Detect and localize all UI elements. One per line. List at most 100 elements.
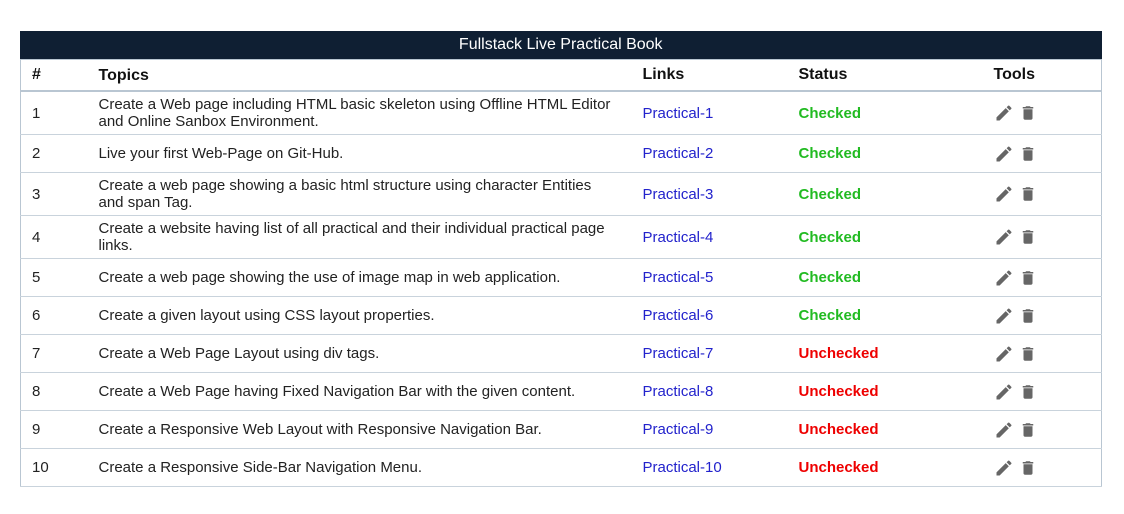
- practical-link[interactable]: Practical-6: [643, 307, 714, 324]
- table-row: 10 Create a Responsive Side-Bar Navigatio…: [20, 448, 1101, 487]
- trash-icon[interactable]: [1019, 103, 1037, 123]
- row-number: 6: [20, 296, 99, 335]
- table-row: 1 Create a Web page including HTML basic …: [20, 91, 1101, 135]
- status-label: Unchecked: [798, 334, 994, 373]
- header-num: #: [20, 59, 99, 92]
- trash-icon[interactable]: [1019, 306, 1037, 326]
- tools-group: [994, 306, 1101, 326]
- practical-table-container: Fullstack Live Practical Book # Topics L…: [20, 31, 1102, 487]
- status-label: Checked: [798, 134, 994, 173]
- trash-icon[interactable]: [1019, 420, 1037, 440]
- row-tools: [993, 172, 1101, 216]
- table-row: 9 Create a Responsive Web Layout with Res…: [20, 410, 1101, 449]
- tools-group: [994, 268, 1101, 288]
- row-link-cell: Practical-9: [642, 410, 799, 449]
- practical-link[interactable]: Practical-7: [643, 345, 714, 362]
- table-row: 3 Create a web page showing a basic html …: [20, 172, 1101, 216]
- row-topic: Create a website having list of all prac…: [98, 215, 643, 259]
- pencil-icon[interactable]: [994, 144, 1014, 164]
- row-topic: Create a Web page including HTML basic s…: [98, 91, 643, 135]
- trash-icon[interactable]: [1019, 344, 1037, 364]
- tools-group: [994, 344, 1101, 364]
- pencil-icon[interactable]: [994, 184, 1014, 204]
- row-link-cell: Practical-8: [642, 372, 799, 411]
- row-number: 9: [20, 410, 99, 449]
- row-topic: Create a Responsive Web Layout with Resp…: [98, 410, 643, 449]
- row-number: 8: [20, 372, 99, 411]
- row-tools: [993, 448, 1101, 487]
- tools-group: [994, 227, 1101, 247]
- table-row: 8 Create a Web Page having Fixed Navigati…: [20, 372, 1101, 411]
- header-status: Status: [798, 59, 994, 92]
- pencil-icon[interactable]: [994, 382, 1014, 402]
- table-title: Fullstack Live Practical Book: [20, 31, 1102, 59]
- row-link-cell: Practical-5: [642, 258, 799, 297]
- pencil-icon[interactable]: [994, 268, 1014, 288]
- row-number: 10: [20, 448, 99, 487]
- row-topic: Live your first Web-Page on Git-Hub.: [98, 134, 643, 173]
- trash-icon[interactable]: [1019, 382, 1037, 402]
- trash-icon[interactable]: [1019, 184, 1037, 204]
- header-tools: Tools: [993, 59, 1101, 92]
- table-row: 4 Create a website having list of all pra…: [20, 215, 1101, 259]
- row-topic: Create a Web Page having Fixed Navigatio…: [98, 372, 643, 411]
- tools-group: [994, 382, 1101, 402]
- row-link-cell: Practical-10: [642, 448, 799, 487]
- tools-group: [994, 103, 1101, 123]
- table-row: 5 Create a web page showing the use of im…: [20, 258, 1101, 297]
- practical-link[interactable]: Practical-3: [643, 186, 714, 203]
- row-topic: Create a web page showing a basic html s…: [98, 172, 643, 216]
- row-link-cell: Practical-4: [642, 215, 799, 259]
- pencil-icon[interactable]: [994, 103, 1014, 123]
- row-tools: [993, 134, 1101, 173]
- pencil-icon[interactable]: [994, 344, 1014, 364]
- pencil-icon[interactable]: [994, 227, 1014, 247]
- trash-icon[interactable]: [1019, 268, 1037, 288]
- row-topic: Create a given layout using CSS layout p…: [98, 296, 643, 335]
- practical-table: Fullstack Live Practical Book # Topics L…: [20, 31, 1102, 487]
- pencil-icon[interactable]: [994, 420, 1014, 440]
- row-number: 4: [20, 215, 99, 259]
- status-label: Checked: [798, 91, 994, 135]
- pencil-icon[interactable]: [994, 306, 1014, 326]
- row-tools: [993, 258, 1101, 297]
- table-row: 6 Create a given layout using CSS layout …: [20, 296, 1101, 335]
- status-label: Checked: [798, 215, 994, 259]
- tools-group: [994, 458, 1101, 478]
- row-link-cell: Practical-2: [642, 134, 799, 173]
- row-link-cell: Practical-6: [642, 296, 799, 335]
- practical-link[interactable]: Practical-9: [643, 421, 714, 438]
- header-links: Links: [642, 59, 799, 92]
- practical-link[interactable]: Practical-2: [643, 145, 714, 162]
- row-number: 2: [20, 134, 99, 173]
- practical-link[interactable]: Practical-8: [643, 383, 714, 400]
- tools-group: [994, 420, 1101, 440]
- practical-link[interactable]: Practical-5: [643, 269, 714, 286]
- table-row: 2 Live your first Web-Page on Git-Hub. Pra…: [20, 134, 1101, 173]
- tools-group: [994, 144, 1101, 164]
- row-number: 7: [20, 334, 99, 373]
- row-number: 1: [20, 91, 99, 135]
- row-link-cell: Practical-1: [642, 91, 799, 135]
- status-label: Unchecked: [798, 448, 994, 487]
- status-label: Unchecked: [798, 372, 994, 411]
- row-number: 5: [20, 258, 99, 297]
- tools-group: [994, 184, 1101, 204]
- row-link-cell: Practical-3: [642, 172, 799, 216]
- header-topics: Topics: [98, 59, 643, 92]
- practical-link[interactable]: Practical-10: [643, 459, 722, 476]
- row-tools: [993, 372, 1101, 411]
- row-tools: [993, 410, 1101, 449]
- status-label: Unchecked: [798, 410, 994, 449]
- row-tools: [993, 91, 1101, 135]
- trash-icon[interactable]: [1019, 144, 1037, 164]
- row-link-cell: Practical-7: [642, 334, 799, 373]
- row-topic: Create a Responsive Side-Bar Navigation …: [98, 448, 643, 487]
- practical-link[interactable]: Practical-1: [643, 105, 714, 122]
- pencil-icon[interactable]: [994, 458, 1014, 478]
- practical-link[interactable]: Practical-4: [643, 229, 714, 246]
- row-tools: [993, 334, 1101, 373]
- trash-icon[interactable]: [1019, 227, 1037, 247]
- trash-icon[interactable]: [1019, 458, 1037, 478]
- status-label: Checked: [798, 172, 994, 216]
